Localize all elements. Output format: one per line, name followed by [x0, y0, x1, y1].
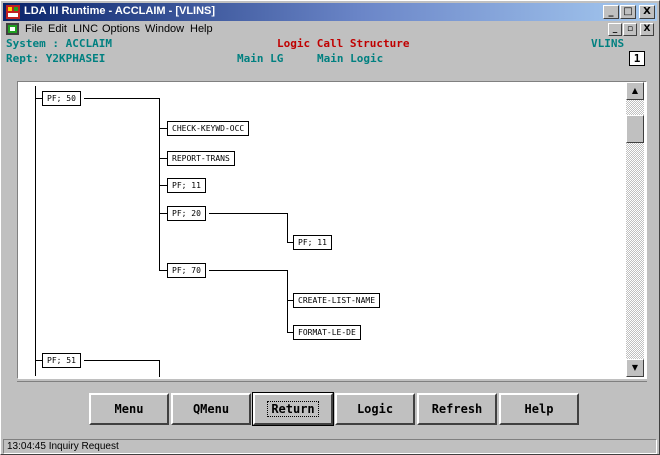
connector — [159, 98, 160, 270]
title-bar[interactable]: LDA III Runtime - ACCLAIM - [VLINS] _ □ … — [3, 3, 657, 21]
screen-id: VLINS — [591, 37, 625, 50]
tree-node[interactable]: REPORT-TRANS — [167, 151, 235, 166]
system-label: System : ACCLAIM — [6, 37, 112, 50]
tree-node[interactable]: PF; 11 — [167, 178, 206, 193]
connector — [287, 270, 288, 333]
connector — [159, 360, 160, 377]
menu-file[interactable]: File — [25, 23, 43, 35]
connector — [159, 185, 167, 186]
menu-edit[interactable]: Edit — [48, 23, 67, 35]
maximize-button[interactable]: □ — [620, 5, 636, 19]
connector — [159, 158, 167, 159]
qmenu-button[interactable]: QMenu — [171, 393, 251, 425]
status-bar: 13:04:45 Inquiry Request — [3, 439, 657, 454]
main-lg-label: Main LG — [237, 52, 284, 65]
scroll-up-button[interactable]: ▲ — [626, 82, 644, 100]
menu-options[interactable]: Options — [102, 23, 140, 35]
refresh-button[interactable]: Refresh — [417, 393, 497, 425]
main-logic-label: Main Logic — [317, 52, 384, 65]
scroll-down-button[interactable]: ▼ — [626, 359, 644, 377]
connector — [159, 213, 167, 214]
menu-window[interactable]: Window — [145, 23, 184, 35]
close-button[interactable]: X — [639, 5, 655, 19]
menu-help[interactable]: Help — [190, 23, 213, 35]
root-connector — [35, 86, 36, 376]
menu-bar: File Edit LINC Options Window Help _ ▫ X — [3, 22, 657, 37]
return-button-label: Return — [267, 401, 319, 417]
tree-node[interactable]: CREATE-LIST-NAME — [293, 293, 381, 308]
connector — [209, 270, 287, 271]
connector — [84, 360, 160, 361]
scroll-thumb[interactable] — [626, 115, 644, 143]
menu-button[interactable]: Menu — [89, 393, 169, 425]
mdi-restore-button[interactable]: ▫ — [623, 23, 637, 36]
app-icon — [6, 5, 20, 19]
report-label: Rept: Y2KPHASEI — [6, 52, 106, 65]
connector — [159, 270, 167, 271]
tree-node[interactable]: PF; 20 — [167, 206, 206, 221]
logic-button[interactable]: Logic — [335, 393, 415, 425]
mdi-close-button[interactable]: X — [640, 23, 654, 36]
mdi-minimize-button[interactable]: _ — [608, 23, 622, 36]
tree-node[interactable]: PF; 70 — [167, 263, 206, 278]
tree-node[interactable]: PF; 11 — [293, 235, 332, 250]
connector — [287, 213, 288, 243]
tree-node[interactable]: FORMAT-LE-DE — [293, 325, 361, 340]
menu-linc[interactable]: LINC — [73, 23, 98, 35]
document-icon[interactable] — [6, 23, 19, 35]
tree-node[interactable]: CHECK-KEYWD-OCC — [167, 121, 250, 136]
window-title: LDA III Runtime - ACCLAIM - [VLINS] — [24, 5, 216, 17]
page-number: 1 — [629, 51, 645, 66]
tree-node[interactable]: PF; 50 — [42, 91, 81, 106]
connector — [84, 98, 160, 99]
connector — [35, 98, 42, 99]
help-button[interactable]: Help — [499, 393, 579, 425]
tree-node[interactable]: PF; 51 — [42, 353, 81, 368]
screen-title: Logic Call Structure — [277, 37, 410, 50]
minimize-button[interactable]: _ — [603, 5, 619, 19]
button-bar-divider — [17, 381, 647, 382]
connector — [209, 213, 287, 214]
connector — [35, 360, 42, 361]
return-button[interactable]: Return — [252, 392, 334, 426]
application-window: LDA III Runtime - ACCLAIM - [VLINS] _ □ … — [0, 0, 660, 455]
connector — [159, 128, 167, 129]
